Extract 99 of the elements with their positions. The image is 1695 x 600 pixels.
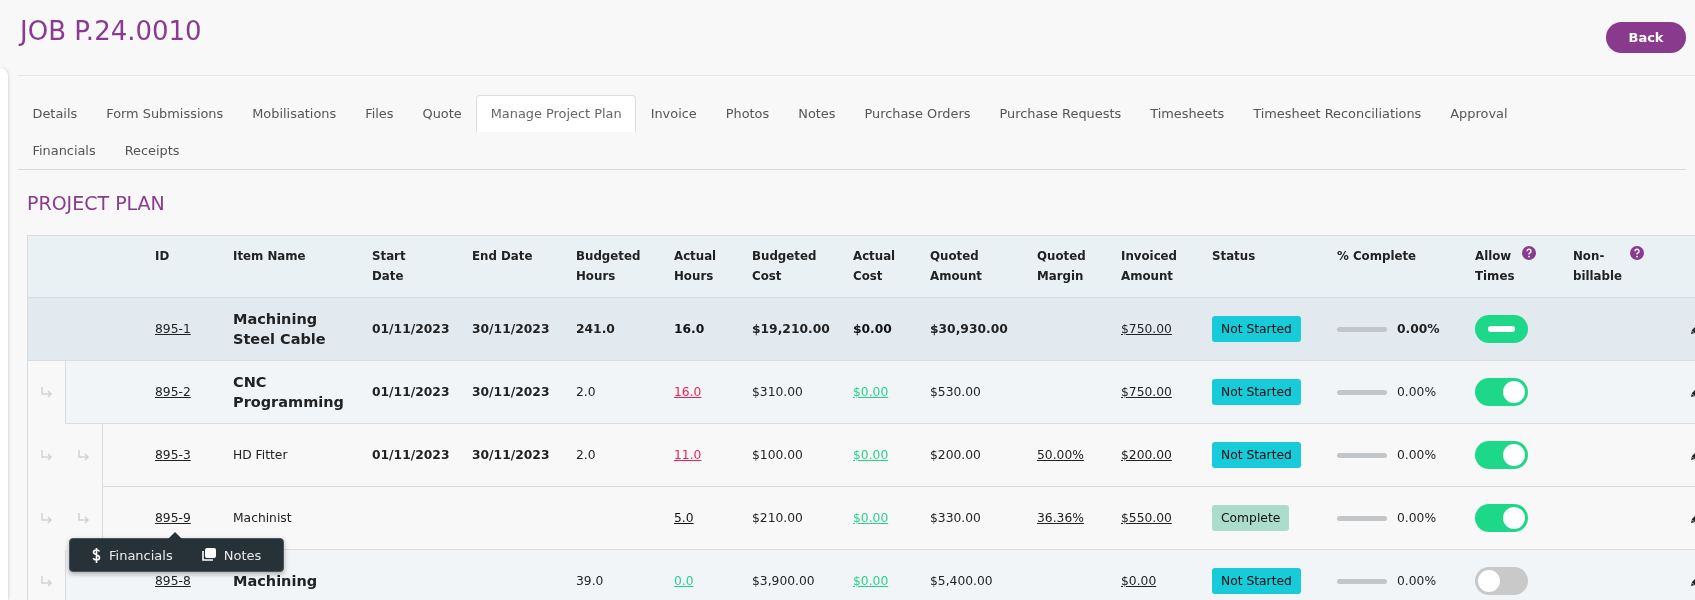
tab[interactable]: Invoice xyxy=(636,95,712,132)
indent-arrow-icon xyxy=(39,449,54,462)
column-header: ID xyxy=(155,248,170,265)
tab[interactable]: Timesheets xyxy=(1135,95,1239,132)
invoice-link[interactable]: $750.00 xyxy=(1121,385,1172,399)
status-badge: Not Started xyxy=(1212,568,1301,594)
hours-link[interactable]: 16.0 xyxy=(674,385,702,399)
table-cell: 241.0 xyxy=(576,322,615,336)
menu-item[interactable]: Financials xyxy=(78,539,187,571)
tab[interactable]: Form Submissions xyxy=(91,95,238,132)
column-header: Actual Hours xyxy=(674,248,718,285)
item-name: Machining xyxy=(233,572,319,591)
table-cell: 39.0 xyxy=(576,574,604,588)
tab[interactable]: Photos xyxy=(711,95,784,132)
item-name: CNC Programming xyxy=(233,373,345,412)
id-link[interactable]: 895-2 xyxy=(155,385,191,399)
indent-arrow-icon xyxy=(39,512,54,525)
column-header: Item Name xyxy=(233,248,306,265)
table-cell: $530.00 xyxy=(930,385,981,399)
column-header: Quoted Amount xyxy=(930,248,983,285)
percent-text: 0.00% xyxy=(1397,574,1437,588)
tab[interactable]: Receipts xyxy=(110,132,195,169)
table-cell: $330.00 xyxy=(930,511,981,525)
toggle-switch[interactable] xyxy=(1475,315,1528,343)
column-header: End Date xyxy=(472,248,533,265)
indent-arrow-icon xyxy=(39,575,54,588)
hours-link[interactable]: 5.0 xyxy=(674,511,694,525)
table-cell: $100.00 xyxy=(752,448,803,462)
id-link[interactable]: 895-1 xyxy=(155,322,191,336)
id-link[interactable]: 895-8 xyxy=(155,574,191,588)
item-name: Machinist xyxy=(233,511,293,525)
column-header: Quoted Margin xyxy=(1037,248,1087,285)
margin-link[interactable]: 36.36% xyxy=(1037,511,1084,525)
tab[interactable]: Files xyxy=(350,95,408,132)
status-badge: Complete xyxy=(1212,505,1290,531)
status-badge: Not Started xyxy=(1212,442,1301,468)
menu-item[interactable]: Notes xyxy=(186,539,276,571)
table-cell: 30/11/2023 xyxy=(472,322,550,336)
table-cell: $30,930.00 xyxy=(930,322,1008,336)
table-cell: $200.00 xyxy=(930,448,981,462)
table-cell: 2.0 xyxy=(576,448,596,462)
table-cell: $310.00 xyxy=(752,385,803,399)
invoice-link[interactable]: $200.00 xyxy=(1121,448,1172,462)
table-cell: $5,400.00 xyxy=(930,574,993,588)
invoice-link[interactable]: $0.00 xyxy=(1121,574,1157,588)
table-cell: 01/11/2023 xyxy=(372,385,450,399)
tab[interactable]: Purchase Requests xyxy=(984,95,1136,132)
tab[interactable]: Notes xyxy=(783,95,850,132)
percent-text: 0.00% xyxy=(1397,322,1440,336)
toggle-switch[interactable] xyxy=(1475,378,1528,406)
column-header: Allow Times xyxy=(1475,248,1515,285)
column-header: Non-billable xyxy=(1573,248,1623,285)
table-cell: 30/11/2023 xyxy=(472,385,550,399)
column-header: Status xyxy=(1212,248,1256,265)
toggle-switch[interactable] xyxy=(1475,504,1528,532)
table-cell: $0.00 xyxy=(853,322,892,336)
column-header: Actual Cost xyxy=(853,248,897,285)
table-cell: $210.00 xyxy=(752,511,803,525)
tab[interactable]: Mobilisations xyxy=(237,95,351,132)
indent-arrow-icon xyxy=(76,449,91,462)
indent-arrow-icon xyxy=(76,512,91,525)
toggle-switch[interactable] xyxy=(1475,567,1528,595)
table-cell: 01/11/2023 xyxy=(372,322,450,336)
section-title: PROJECT PLAN xyxy=(27,191,166,216)
tab[interactable]: Purchase Orders xyxy=(849,95,985,132)
percent-text: 0.00% xyxy=(1397,448,1437,462)
toggle-switch[interactable] xyxy=(1475,441,1528,469)
status-badge: Not Started xyxy=(1212,379,1301,405)
invoice-link[interactable]: $750.00 xyxy=(1121,322,1172,336)
percent-text: 0.00% xyxy=(1397,511,1437,525)
column-header: Start Date xyxy=(372,248,407,285)
back-button[interactable]: Back xyxy=(1606,22,1686,53)
id-link[interactable]: 895-9 xyxy=(155,511,191,525)
invoice-link[interactable]: $550.00 xyxy=(1121,511,1172,525)
id-link[interactable]: 895-3 xyxy=(155,448,191,462)
copy-icon xyxy=(200,548,216,562)
margin-link[interactable]: 50.00% xyxy=(1037,448,1084,462)
table-cell: $3,900.00 xyxy=(752,574,815,588)
table-cell: 16.0 xyxy=(674,322,705,336)
dollar-icon xyxy=(92,547,101,563)
hours-link[interactable]: 11.0 xyxy=(674,448,702,462)
tab[interactable]: Approval xyxy=(1435,95,1522,132)
table-cell: 30/11/2023 xyxy=(472,448,550,462)
indent-arrow-icon xyxy=(39,386,54,399)
column-header: Invoiced Amount xyxy=(1121,248,1179,285)
percent-text: 0.00% xyxy=(1397,385,1437,399)
table-cell: $19,210.00 xyxy=(752,322,830,336)
item-name: Machining Steel Cable xyxy=(233,310,327,349)
status-badge: Not Started xyxy=(1212,316,1301,342)
tab[interactable]: Manage Project Plan xyxy=(476,95,637,132)
column-header: % Complete xyxy=(1337,248,1417,265)
tab[interactable]: Timesheet Reconciliations xyxy=(1238,95,1436,132)
tab[interactable]: Financials xyxy=(18,132,111,169)
tab[interactable]: Details xyxy=(18,95,92,132)
tab[interactable]: Quote xyxy=(408,95,477,132)
table-cell: 01/11/2023 xyxy=(372,448,450,462)
job-title: JOB P.24.0010 xyxy=(20,16,202,46)
item-name: HD Fitter xyxy=(233,448,289,462)
table-cell: 2.0 xyxy=(576,385,596,399)
